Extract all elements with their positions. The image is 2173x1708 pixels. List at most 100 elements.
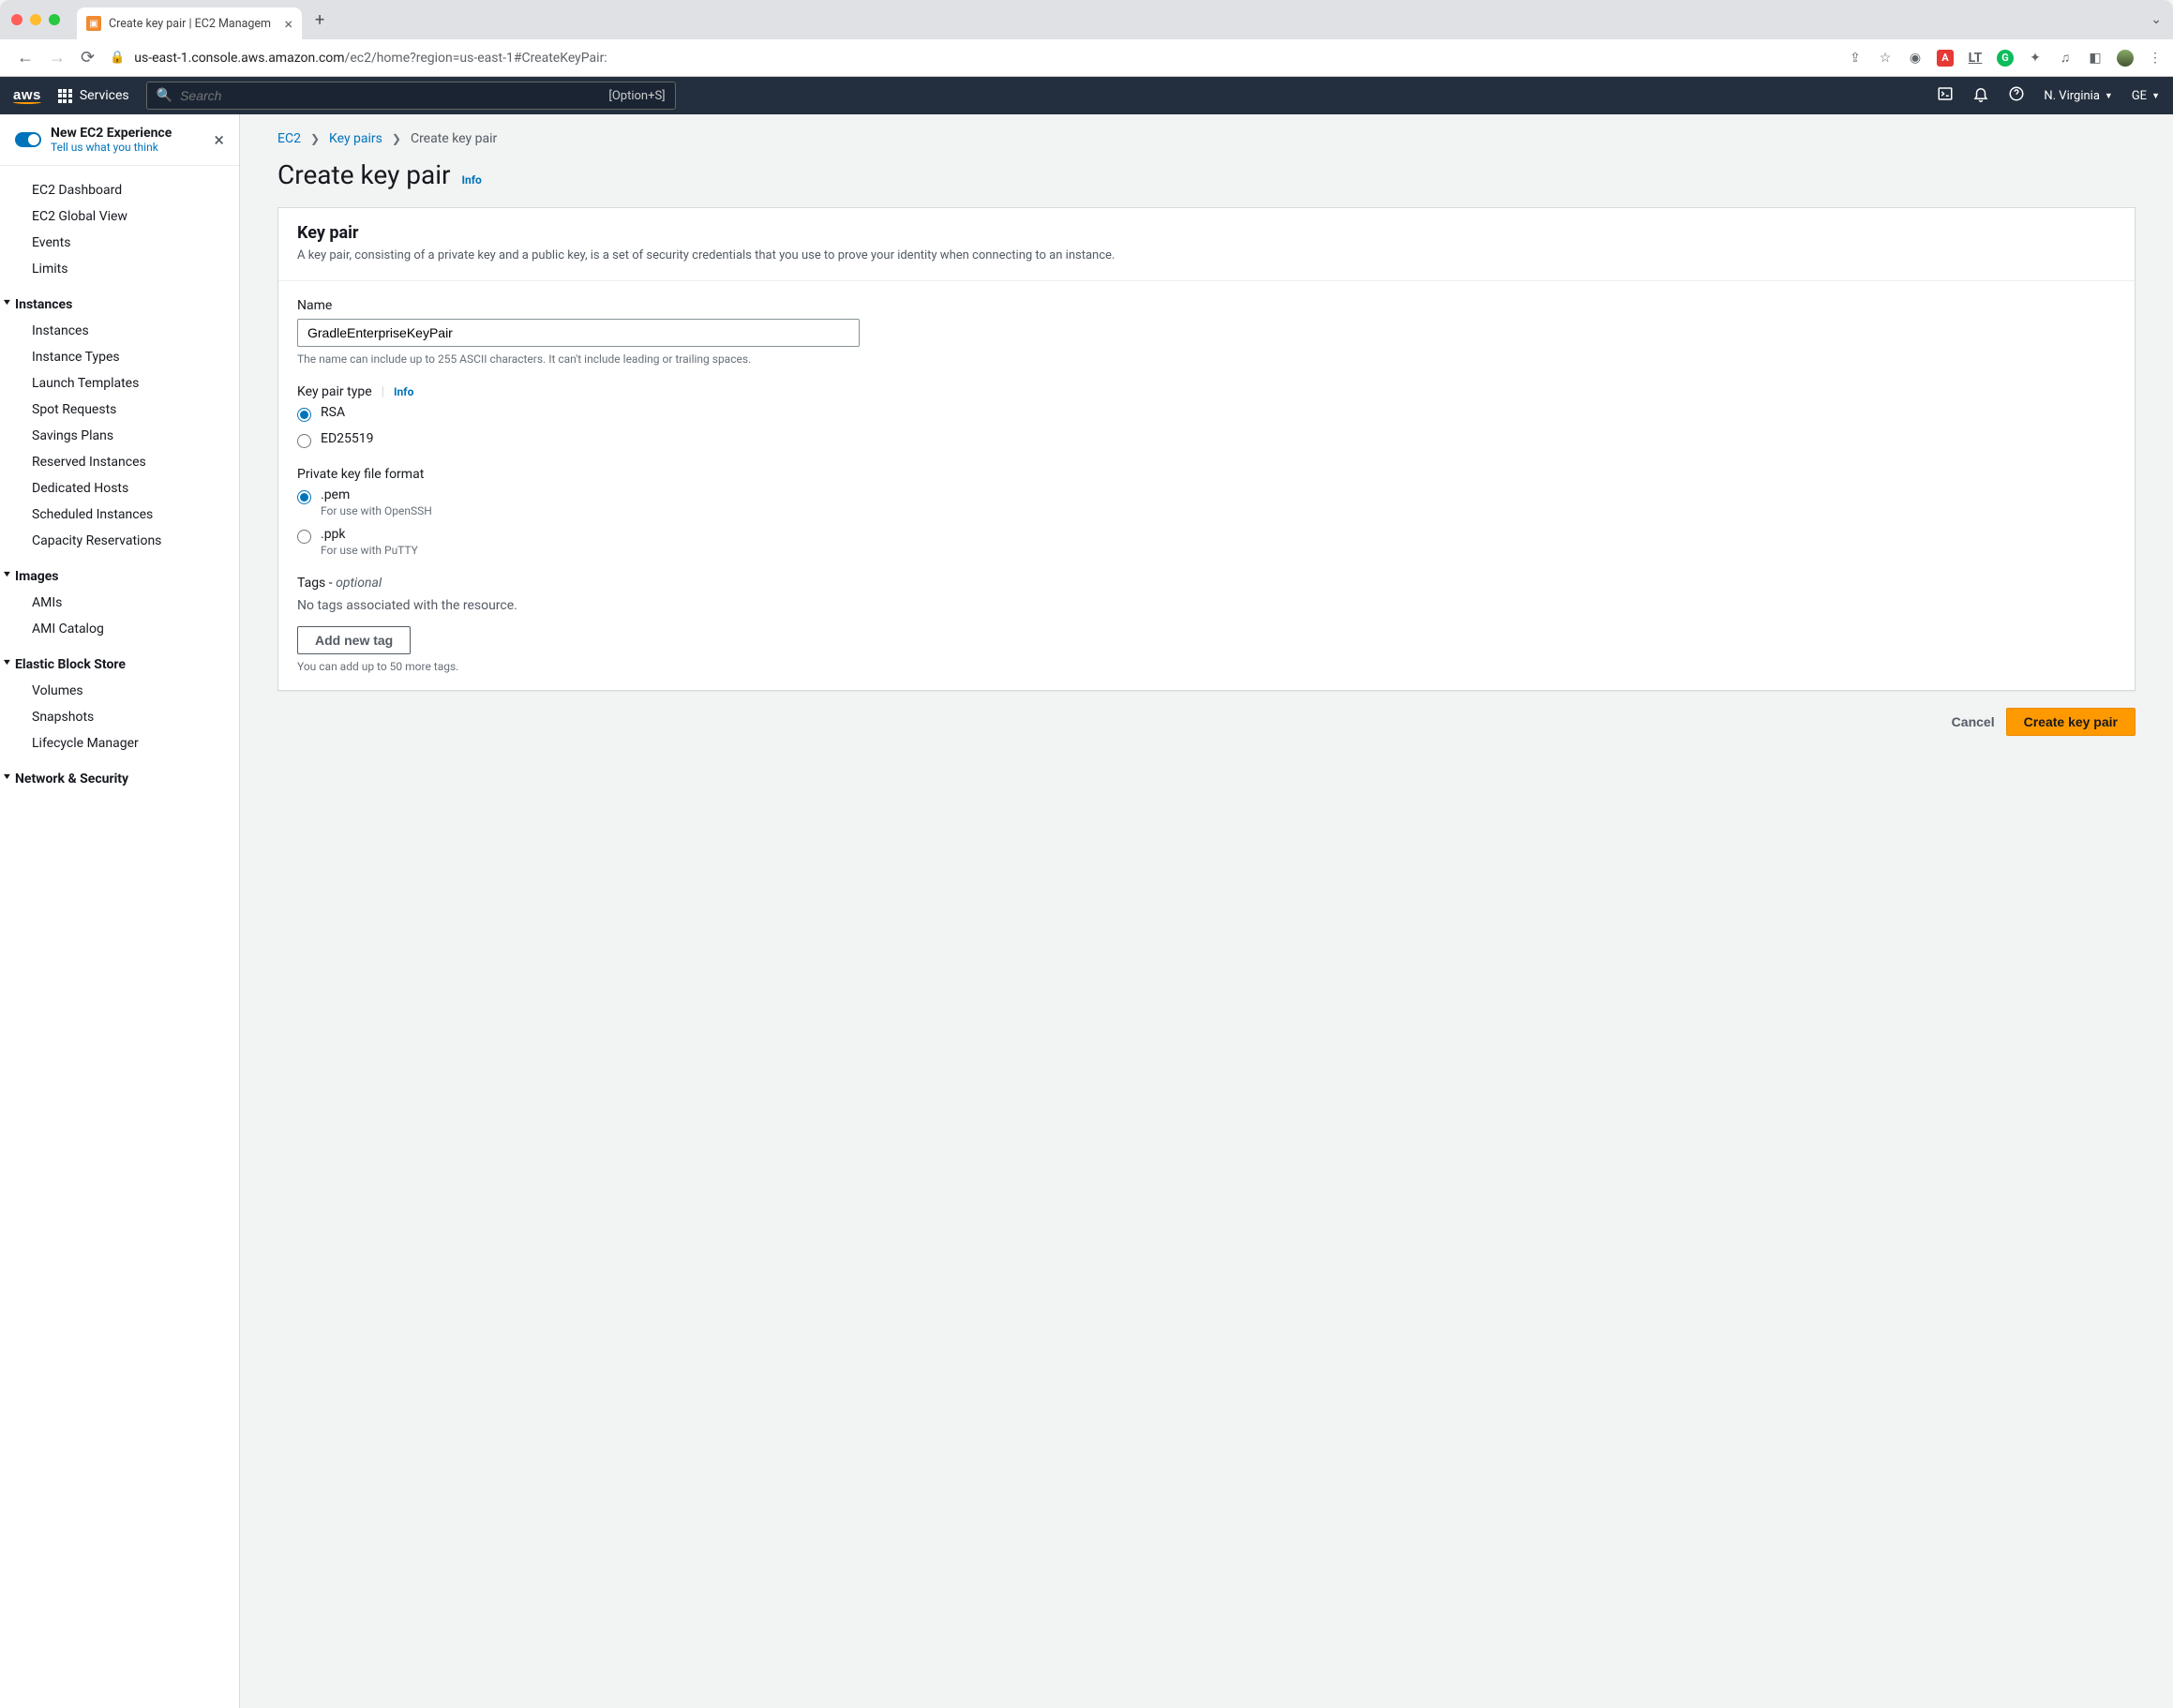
- account-menu[interactable]: GE ▼: [2132, 89, 2160, 103]
- radio-input[interactable]: [297, 408, 311, 422]
- panel-title: Key pair: [297, 223, 2116, 243]
- aws-logo[interactable]: aws: [13, 87, 41, 104]
- banner-feedback-link[interactable]: Tell us what you think: [51, 141, 172, 154]
- search-shortcut: [Option+S]: [608, 89, 665, 103]
- breadcrumb-current: Create key pair: [411, 131, 497, 146]
- radio-hint: For use with OpenSSH: [321, 504, 432, 517]
- browser-tab[interactable]: ▣ Create key pair | EC2 Managem ×: [77, 7, 302, 39]
- grid-icon: [58, 89, 72, 103]
- sidebar-section-header[interactable]: Instances: [0, 292, 239, 318]
- cloudshell-icon[interactable]: [1937, 85, 1954, 106]
- aws-search-input[interactable]: [180, 88, 608, 103]
- radio-hint: For use with PuTTY: [321, 544, 418, 557]
- sidebar-item[interactable]: Spot Requests: [0, 397, 239, 423]
- sidebar-section-header[interactable]: Elastic Block Store: [0, 652, 239, 678]
- chevron-right-icon: ❯: [310, 132, 320, 145]
- breadcrumb-ec2[interactable]: EC2: [277, 131, 301, 146]
- services-menu-button[interactable]: Services: [58, 88, 129, 103]
- radio-label: ED25519: [321, 431, 374, 446]
- help-icon[interactable]: [2008, 85, 2025, 106]
- url-path: /ec2/home?region=us-east-1#CreateKeyPair…: [345, 51, 607, 66]
- share-icon[interactable]: ⇪: [1847, 50, 1864, 67]
- minimize-window-icon[interactable]: [30, 14, 41, 25]
- sidebar-section-header[interactable]: Network & Security: [0, 766, 239, 792]
- radio-label: .pem: [321, 487, 432, 502]
- sidebar-item[interactable]: AMI Catalog: [0, 616, 239, 642]
- reload-button[interactable]: ⟳: [73, 44, 102, 71]
- chevron-down-icon: ▼: [2151, 91, 2160, 101]
- url-field[interactable]: 🔒 us-east-1.console.aws.amazon.com/ec2/h…: [110, 51, 1830, 66]
- radio-input[interactable]: [297, 490, 311, 504]
- window-controls: [11, 14, 60, 25]
- keypair-name-input[interactable]: [297, 319, 860, 347]
- tab-title: Create key pair | EC2 Managem: [109, 17, 277, 31]
- services-label: Services: [80, 88, 129, 103]
- banner-title: New EC2 Experience: [51, 126, 172, 141]
- extensions-menu-icon[interactable]: ✦: [2027, 50, 2044, 67]
- sidebar-item[interactable]: Snapshots: [0, 704, 239, 730]
- close-window-icon[interactable]: [11, 14, 22, 25]
- sidebar-item[interactable]: Events: [0, 230, 239, 256]
- sidebar-item[interactable]: AMIs: [0, 590, 239, 616]
- maximize-window-icon[interactable]: [49, 14, 60, 25]
- sidebar-item[interactable]: Volumes: [0, 678, 239, 704]
- name-hint: The name can include up to 255 ASCII cha…: [297, 352, 2116, 366]
- forward-button[interactable]: →: [41, 44, 73, 71]
- key-format-option[interactable]: .pem For use with OpenSSH: [297, 487, 2116, 517]
- key-pair-panel: Key pair A key pair, consisting of a pri…: [277, 207, 2136, 691]
- app-layout: New EC2 Experience Tell us what you thin…: [0, 114, 2173, 1708]
- sidebar-item[interactable]: Launch Templates: [0, 370, 239, 397]
- sidebar-item[interactable]: Scheduled Instances: [0, 502, 239, 528]
- sidebar-item[interactable]: Instances: [0, 318, 239, 344]
- radio-input[interactable]: [297, 434, 311, 448]
- add-tag-button[interactable]: Add new tag: [297, 626, 411, 654]
- bookmark-icon[interactable]: ☆: [1877, 50, 1894, 67]
- sidebar-item[interactable]: Lifecycle Manager: [0, 730, 239, 757]
- radio-input[interactable]: [297, 530, 311, 544]
- region-label: N. Virginia: [2044, 89, 2100, 103]
- create-keypair-button[interactable]: Create key pair: [2006, 708, 2136, 736]
- breadcrumb-keypairs[interactable]: Key pairs: [329, 131, 382, 146]
- tab-strip: ▣ Create key pair | EC2 Managem × + ⌄: [0, 0, 2173, 39]
- extension-icon[interactable]: LT: [1967, 50, 1984, 67]
- notifications-icon[interactable]: [1972, 85, 1989, 106]
- close-icon[interactable]: ×: [214, 128, 224, 151]
- back-button[interactable]: ←: [9, 44, 41, 71]
- tab-list-icon[interactable]: ⌄: [2151, 12, 2162, 27]
- region-selector[interactable]: N. Virginia ▼: [2044, 89, 2112, 103]
- info-link[interactable]: Info: [462, 173, 482, 187]
- aws-search[interactable]: 🔍 [Option+S]: [146, 82, 676, 110]
- key-format-option[interactable]: .ppkFor use with PuTTY: [297, 527, 2116, 557]
- keypair-type-option[interactable]: ED25519: [297, 431, 2116, 448]
- sidebar-item[interactable]: Dedicated Hosts: [0, 475, 239, 502]
- info-link[interactable]: Info: [394, 385, 413, 398]
- sidebar-item[interactable]: Savings Plans: [0, 423, 239, 449]
- extension-icon[interactable]: ◉: [1907, 50, 1924, 67]
- no-tags-text: No tags associated with the resource.: [297, 598, 2116, 613]
- sidebar-item[interactable]: EC2 Dashboard: [0, 177, 239, 203]
- menu-icon[interactable]: ⋮: [2147, 50, 2164, 67]
- cancel-button[interactable]: Cancel: [1952, 714, 1995, 729]
- format-label: Private key file format: [297, 467, 2116, 482]
- profile-avatar-icon[interactable]: [2117, 50, 2134, 67]
- sidebar-section-header[interactable]: Images: [0, 563, 239, 590]
- extension-icon[interactable]: G: [1997, 50, 2014, 67]
- breadcrumb: EC2 ❯ Key pairs ❯ Create key pair: [277, 131, 2136, 146]
- new-experience-toggle[interactable]: [15, 132, 41, 147]
- user-label: GE: [2132, 89, 2147, 103]
- sidebar-item[interactable]: Capacity Reservations: [0, 528, 239, 554]
- keypair-type-option[interactable]: RSA: [297, 405, 2116, 422]
- chevron-down-icon: ▼: [2105, 91, 2113, 101]
- panel-icon[interactable]: ◧: [2087, 50, 2104, 67]
- tab-close-icon[interactable]: ×: [284, 15, 292, 33]
- sidebar-item[interactable]: EC2 Global View: [0, 203, 239, 230]
- media-icon[interactable]: ♫: [2057, 50, 2074, 67]
- main-content: EC2 ❯ Key pairs ❯ Create key pair Create…: [240, 114, 2173, 1708]
- extension-icon[interactable]: A: [1937, 50, 1954, 67]
- sidebar-item[interactable]: Instance Types: [0, 344, 239, 370]
- new-tab-button[interactable]: +: [315, 10, 324, 30]
- radio-label: RSA: [321, 405, 345, 420]
- sidebar-item[interactable]: Reserved Instances: [0, 449, 239, 475]
- sidebar-item[interactable]: Limits: [0, 256, 239, 282]
- type-label: Key pair type: [297, 384, 372, 399]
